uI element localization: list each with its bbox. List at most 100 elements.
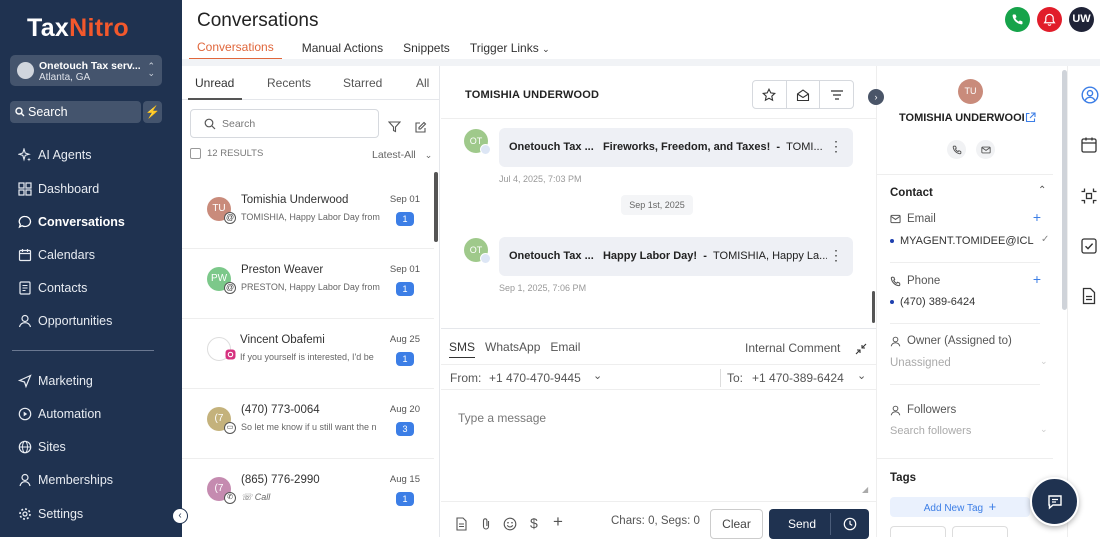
- message-composer: SMS WhatsApp Email Internal Comment From…: [441, 328, 876, 539]
- tab-sms[interactable]: SMS: [449, 340, 476, 358]
- conversation-item[interactable]: (7 ▭ (470) 773-0064 So let me know if u …: [182, 389, 434, 459]
- sidebar-item-calendars[interactable]: Calendars: [18, 244, 95, 266]
- email-contact-button[interactable]: [976, 140, 995, 159]
- call-label: Call: [254, 492, 271, 502]
- conversation-item[interactable]: PW @ Preston Weaver PRESTON, Happy Labor…: [182, 249, 434, 319]
- phone-call-button[interactable]: [1005, 7, 1030, 32]
- tag-chip[interactable]: [890, 526, 946, 537]
- sidebar-item-conversations[interactable]: Conversations: [18, 211, 125, 233]
- conversation-item[interactable]: (7 ✆ (865) 776-2990 ☏ Call Aug 15 1: [182, 459, 434, 529]
- add-phone-button[interactable]: +: [1033, 271, 1041, 287]
- conversation-search-input[interactable]: Search: [190, 109, 379, 138]
- phone-icon: [1012, 14, 1023, 25]
- resize-handle-icon[interactable]: ◢: [862, 485, 868, 494]
- send-button[interactable]: Send: [769, 509, 869, 539]
- tab-recents[interactable]: Recents: [267, 76, 311, 90]
- phone-icon: [952, 145, 961, 154]
- brand-logo[interactable]: TaxNitro: [27, 14, 129, 43]
- sidebar-item-marketing[interactable]: Marketing: [18, 370, 93, 392]
- sidebar-item-automation[interactable]: Automation: [18, 403, 101, 425]
- tag-chip[interactable]: [952, 526, 1008, 537]
- to-number-select[interactable]: +1 470-389-6424 ⌄: [752, 370, 872, 385]
- email-value[interactable]: MYAGENT.TOMIDEE@ICL: [890, 235, 1034, 247]
- conversation-item[interactable]: TU @ Tomishia Underwood TOMISHIA, Happy …: [182, 179, 434, 249]
- emoji-icon[interactable]: [503, 517, 517, 531]
- thread-scrollbar[interactable]: [872, 291, 875, 323]
- phone-value[interactable]: (470) 389-6424: [890, 296, 975, 308]
- sidebar-item-opportunities[interactable]: Opportunities: [18, 310, 112, 332]
- list-scrollbar[interactable]: [434, 172, 438, 242]
- quick-action-bolt-icon[interactable]: ⚡: [143, 101, 162, 123]
- account-switcher[interactable]: Onetouch Tax serv... Atlanta, GA ⌃ ⌄: [10, 55, 162, 86]
- compose-icon[interactable]: [414, 121, 427, 134]
- account-name: Onetouch Tax serv...: [39, 60, 141, 72]
- conversation-item[interactable]: Vincent Obafemi If you yourself is inter…: [182, 319, 434, 389]
- call-contact-button[interactable]: [947, 140, 966, 159]
- more-options-icon[interactable]: ⋮: [829, 139, 843, 153]
- phone-channel-icon: ✆: [224, 492, 236, 504]
- add-new-tag-button[interactable]: Add New Tag +: [890, 497, 1030, 517]
- sender-avatar: OT: [464, 129, 491, 155]
- expand-panel-icon[interactable]: ›: [868, 89, 884, 105]
- primary-dot: [890, 239, 894, 244]
- message-time: Jul 4, 2025, 7:03 PM: [499, 174, 582, 184]
- chat-widget-button[interactable]: [1030, 477, 1079, 526]
- message-date: Aug 15: [389, 474, 420, 485]
- collapse-arrows-icon[interactable]: [855, 343, 867, 355]
- tab-whatsapp[interactable]: WhatsApp: [485, 340, 540, 358]
- sidebar-collapse-icon[interactable]: ‹: [172, 508, 188, 524]
- sidebar-item-memberships[interactable]: Memberships: [18, 469, 113, 491]
- tab-manual-actions[interactable]: Manual Actions: [302, 40, 383, 60]
- search-placeholder: Search: [222, 118, 256, 130]
- notifications-button[interactable]: [1037, 7, 1062, 32]
- followers-search-input[interactable]: Search followers: [890, 425, 971, 437]
- tab-trigger-links[interactable]: Trigger Links ⌄: [470, 40, 550, 60]
- chevron-up-icon[interactable]: ⌃: [1038, 185, 1046, 196]
- sidebar-search[interactable]: Search: [10, 101, 141, 123]
- message-date: Sep 01: [389, 194, 420, 205]
- message-input[interactable]: Type a message: [458, 411, 546, 425]
- contact-name[interactable]: TOMISHIA UNDERWOOI: [899, 112, 1026, 124]
- sidebar-item-contacts[interactable]: Contacts: [18, 277, 87, 299]
- external-link-icon[interactable]: [1025, 112, 1036, 123]
- paperclip-icon[interactable]: [480, 517, 492, 531]
- filter-icon[interactable]: [388, 121, 401, 133]
- star-button[interactable]: [753, 81, 787, 108]
- message-sender: Onetouch Tax ...: [509, 141, 594, 153]
- more-options-icon[interactable]: ⋮: [829, 248, 843, 262]
- contact-name: (470) 773-0064: [241, 404, 320, 416]
- schedule-clock-icon[interactable]: [843, 517, 857, 531]
- tab-email[interactable]: Email: [550, 340, 580, 358]
- tab-snippets[interactable]: Snippets: [403, 40, 450, 60]
- plus-icon[interactable]: +: [553, 512, 563, 532]
- sidebar-item-settings[interactable]: Settings: [18, 503, 83, 525]
- email-message[interactable]: Onetouch Tax ... Happy Labor Day! - TOMI…: [499, 237, 853, 276]
- email-message[interactable]: Onetouch Tax ... Fireworks, Freedom, and…: [499, 128, 853, 167]
- sidebar-item-ai-agents[interactable]: AI Agents: [18, 144, 92, 166]
- network-icon[interactable]: [1080, 187, 1098, 205]
- calendar-icon[interactable]: [1080, 136, 1098, 154]
- select-all-checkbox[interactable]: [190, 148, 201, 159]
- chat-bubble-icon: [1047, 494, 1062, 510]
- tab-all[interactable]: All: [416, 76, 429, 90]
- filter-messages-button[interactable]: [820, 81, 853, 108]
- from-number-select[interactable]: +1 470-470-9445 ⌄: [489, 370, 609, 385]
- sidebar-item-sites[interactable]: Sites: [18, 436, 66, 458]
- message-time: Sep 1, 2025, 7:06 PM: [499, 283, 587, 293]
- tasks-check-icon[interactable]: [1080, 237, 1098, 255]
- document-icon[interactable]: [455, 517, 468, 531]
- sort-dropdown[interactable]: Latest-All ⌄: [372, 149, 432, 161]
- notes-document-icon[interactable]: [1080, 287, 1098, 305]
- dollar-icon[interactable]: $: [530, 515, 538, 531]
- sidebar-item-dashboard[interactable]: Dashboard: [18, 178, 99, 200]
- mark-read-button[interactable]: [787, 81, 821, 108]
- tab-unread[interactable]: Unread: [195, 76, 234, 90]
- contact-profile-icon[interactable]: [1081, 86, 1099, 104]
- add-email-button[interactable]: +: [1033, 209, 1041, 225]
- tab-conversations[interactable]: Conversations: [189, 40, 282, 60]
- tab-starred[interactable]: Starred: [343, 76, 382, 90]
- internal-comment-tab[interactable]: Internal Comment: [745, 341, 840, 355]
- owner-select[interactable]: Unassigned: [890, 357, 951, 369]
- clear-button[interactable]: Clear: [710, 509, 763, 539]
- user-avatar[interactable]: UW: [1069, 7, 1094, 32]
